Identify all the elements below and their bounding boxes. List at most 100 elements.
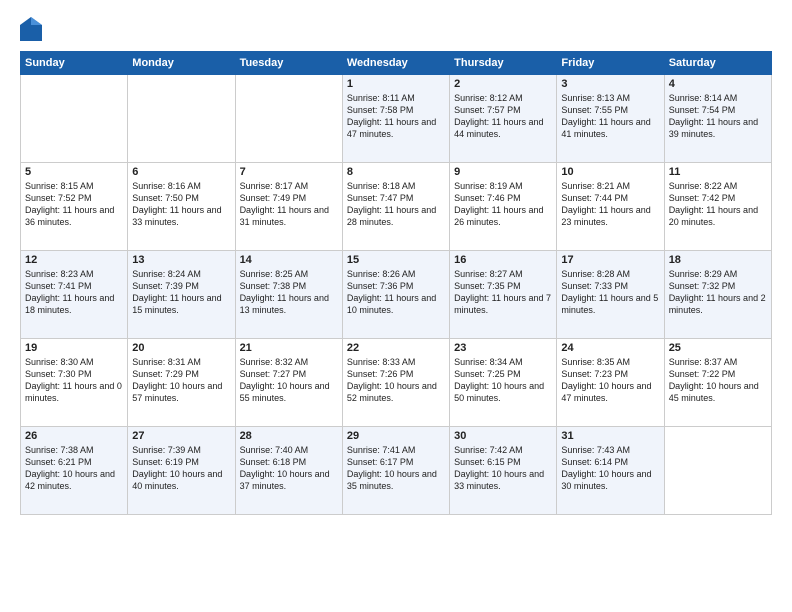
- day-number: 17: [561, 254, 659, 266]
- cell-content: Sunrise: 8:13 AM: [561, 92, 659, 104]
- cell-content: Daylight: 11 hours and 2 minutes.: [669, 292, 767, 316]
- calendar-cell: 25Sunrise: 8:37 AMSunset: 7:22 PMDayligh…: [664, 339, 771, 427]
- cell-content: Sunset: 7:32 PM: [669, 280, 767, 292]
- cell-content: Sunrise: 8:29 AM: [669, 268, 767, 280]
- weekday-header: Thursday: [450, 52, 557, 75]
- cell-content: Sunrise: 8:19 AM: [454, 180, 552, 192]
- day-number: 26: [25, 430, 123, 442]
- day-number: 23: [454, 342, 552, 354]
- calendar-cell: 14Sunrise: 8:25 AMSunset: 7:38 PMDayligh…: [235, 251, 342, 339]
- cell-content: Sunset: 7:55 PM: [561, 104, 659, 116]
- calendar-cell: 15 Sunrise: 8:26 AMSunset: 7:36 PMDayligh…: [342, 251, 449, 339]
- day-number: 12: [25, 254, 123, 266]
- cell-content: Sunset: 7:42 PM: [669, 192, 767, 204]
- day-number: 13: [132, 254, 230, 266]
- calendar-cell: 24Sunrise: 8:35 AMSunset: 7:23 PMDayligh…: [557, 339, 664, 427]
- cell-content: Daylight: 11 hours and 18 minutes.: [25, 292, 123, 316]
- cell-content: Daylight: 11 hours and 10 minutes.: [347, 292, 445, 316]
- weekday-header: Friday: [557, 52, 664, 75]
- day-number: 28: [240, 430, 338, 442]
- calendar-cell: 19 Sunrise: 8:30 AMSunset: 7:30 PMDayligh…: [21, 339, 128, 427]
- calendar-cell: 1Sunrise: 8:11 AMSunset: 7:58 PMDaylight…: [342, 75, 449, 163]
- cell-content: Daylight: 11 hours and 23 minutes.: [561, 204, 659, 228]
- calendar-cell: 5 Sunrise: 8:15 AMSunset: 7:52 PMDaylight…: [21, 163, 128, 251]
- day-number: 6: [132, 166, 230, 178]
- day-number: 18: [669, 254, 767, 266]
- cell-content: Sunset: 6:17 PM: [347, 456, 445, 468]
- cell-content: Sunrise: 8:26 AM: [347, 268, 445, 280]
- day-number: 20: [132, 342, 230, 354]
- calendar-cell: 6Sunrise: 8:16 AMSunset: 7:50 PMDaylight…: [128, 163, 235, 251]
- cell-content: Sunset: 7:46 PM: [454, 192, 552, 204]
- calendar-cell: 20Sunrise: 8:31 AMSunset: 7:29 PMDayligh…: [128, 339, 235, 427]
- day-number: 25: [669, 342, 767, 354]
- day-number: 30: [454, 430, 552, 442]
- header-area: [20, 15, 772, 43]
- cell-content: Sunrise: 7:40 AM: [240, 444, 338, 456]
- calendar-cell: [128, 75, 235, 163]
- calendar-cell: 22Sunrise: 8:33 AMSunset: 7:26 PMDayligh…: [342, 339, 449, 427]
- cell-content: Sunset: 6:15 PM: [454, 456, 552, 468]
- cell-content: Sunrise: 8:23 AM: [25, 268, 123, 280]
- cell-content: Daylight: 11 hours and 36 minutes.: [25, 204, 123, 228]
- cell-content: Sunrise: 8:15 AM: [25, 180, 123, 192]
- cell-content: Sunset: 7:39 PM: [132, 280, 230, 292]
- cell-content: Sunrise: 8:30 AM: [25, 356, 123, 368]
- cell-content: Sunset: 7:49 PM: [240, 192, 338, 204]
- day-number: 11: [669, 166, 767, 178]
- calendar-cell: 12 Sunrise: 8:23 AMSunset: 7:41 PMDayligh…: [21, 251, 128, 339]
- cell-content: Sunset: 6:19 PM: [132, 456, 230, 468]
- day-number: 15: [347, 254, 445, 266]
- cell-content: Daylight: 10 hours and 33 minutes.: [454, 468, 552, 492]
- cell-content: Sunset: 7:30 PM: [25, 368, 123, 380]
- cell-content: Sunrise: 7:41 AM: [347, 444, 445, 456]
- logo: [20, 15, 46, 43]
- calendar-cell: [21, 75, 128, 163]
- cell-content: Sunset: 7:41 PM: [25, 280, 123, 292]
- day-number: 14: [240, 254, 338, 266]
- cell-content: Sunrise: 7:43 AM: [561, 444, 659, 456]
- day-number: 7: [240, 166, 338, 178]
- calendar-cell: 8Sunrise: 8:18 AMSunset: 7:47 PMDaylight…: [342, 163, 449, 251]
- day-number: 22: [347, 342, 445, 354]
- weekday-header: Tuesday: [235, 52, 342, 75]
- calendar-cell: 21Sunrise: 8:32 AMSunset: 7:27 PMDayligh…: [235, 339, 342, 427]
- day-number: 19: [25, 342, 123, 354]
- cell-content: Sunset: 7:36 PM: [347, 280, 445, 292]
- calendar-cell: 3Sunrise: 8:13 AMSunset: 7:55 PMDaylight…: [557, 75, 664, 163]
- calendar-cell: 4Sunrise: 8:14 AMSunset: 7:54 PMDaylight…: [664, 75, 771, 163]
- cell-content: Sunset: 6:14 PM: [561, 456, 659, 468]
- cell-content: Sunset: 7:47 PM: [347, 192, 445, 204]
- cell-content: Sunset: 7:52 PM: [25, 192, 123, 204]
- cell-content: Daylight: 11 hours and 44 minutes.: [454, 116, 552, 140]
- calendar-week-row: 12Sunrise: 8:23 AMSunset: 7:41 PMDayligh…: [21, 251, 772, 339]
- day-number: 24: [561, 342, 659, 354]
- cell-content: Daylight: 11 hours and 0 minutes.: [25, 380, 123, 404]
- calendar-cell: [664, 427, 771, 515]
- calendar-table: SundayMondayTuesdayWednesdayThursdayFrid…: [20, 51, 772, 515]
- cell-content: Sunrise: 8:18 AM: [347, 180, 445, 192]
- cell-content: Daylight: 11 hours and 41 minutes.: [561, 116, 659, 140]
- cell-content: Daylight: 10 hours and 57 minutes.: [132, 380, 230, 404]
- cell-content: Sunrise: 7:39 AM: [132, 444, 230, 456]
- cell-content: Daylight: 11 hours and 39 minutes.: [669, 116, 767, 140]
- cell-content: Sunset: 7:50 PM: [132, 192, 230, 204]
- day-number: 9: [454, 166, 552, 178]
- cell-content: Sunrise: 8:34 AM: [454, 356, 552, 368]
- calendar-cell: 27Sunrise: 7:39 AMSunset: 6:19 PMDayligh…: [128, 427, 235, 515]
- cell-content: Sunrise: 8:32 AM: [240, 356, 338, 368]
- page-container: SundayMondayTuesdayWednesdayThursdayFrid…: [0, 0, 792, 525]
- day-number: 8: [347, 166, 445, 178]
- cell-content: Sunset: 7:25 PM: [454, 368, 552, 380]
- day-number: 5: [25, 166, 123, 178]
- weekday-header: Wednesday: [342, 52, 449, 75]
- cell-content: Sunset: 7:27 PM: [240, 368, 338, 380]
- calendar-week-row: 26Sunrise: 7:38 AMSunset: 6:21 PMDayligh…: [21, 427, 772, 515]
- cell-content: Daylight: 11 hours and 20 minutes.: [669, 204, 767, 228]
- cell-content: Daylight: 11 hours and 7 minutes.: [454, 292, 552, 316]
- cell-content: Sunset: 7:58 PM: [347, 104, 445, 116]
- calendar-cell: 18 Sunrise: 8:29 AMSunset: 7:32 PMDayligh…: [664, 251, 771, 339]
- day-number: 27: [132, 430, 230, 442]
- cell-content: Sunset: 6:18 PM: [240, 456, 338, 468]
- weekday-header: Sunday: [21, 52, 128, 75]
